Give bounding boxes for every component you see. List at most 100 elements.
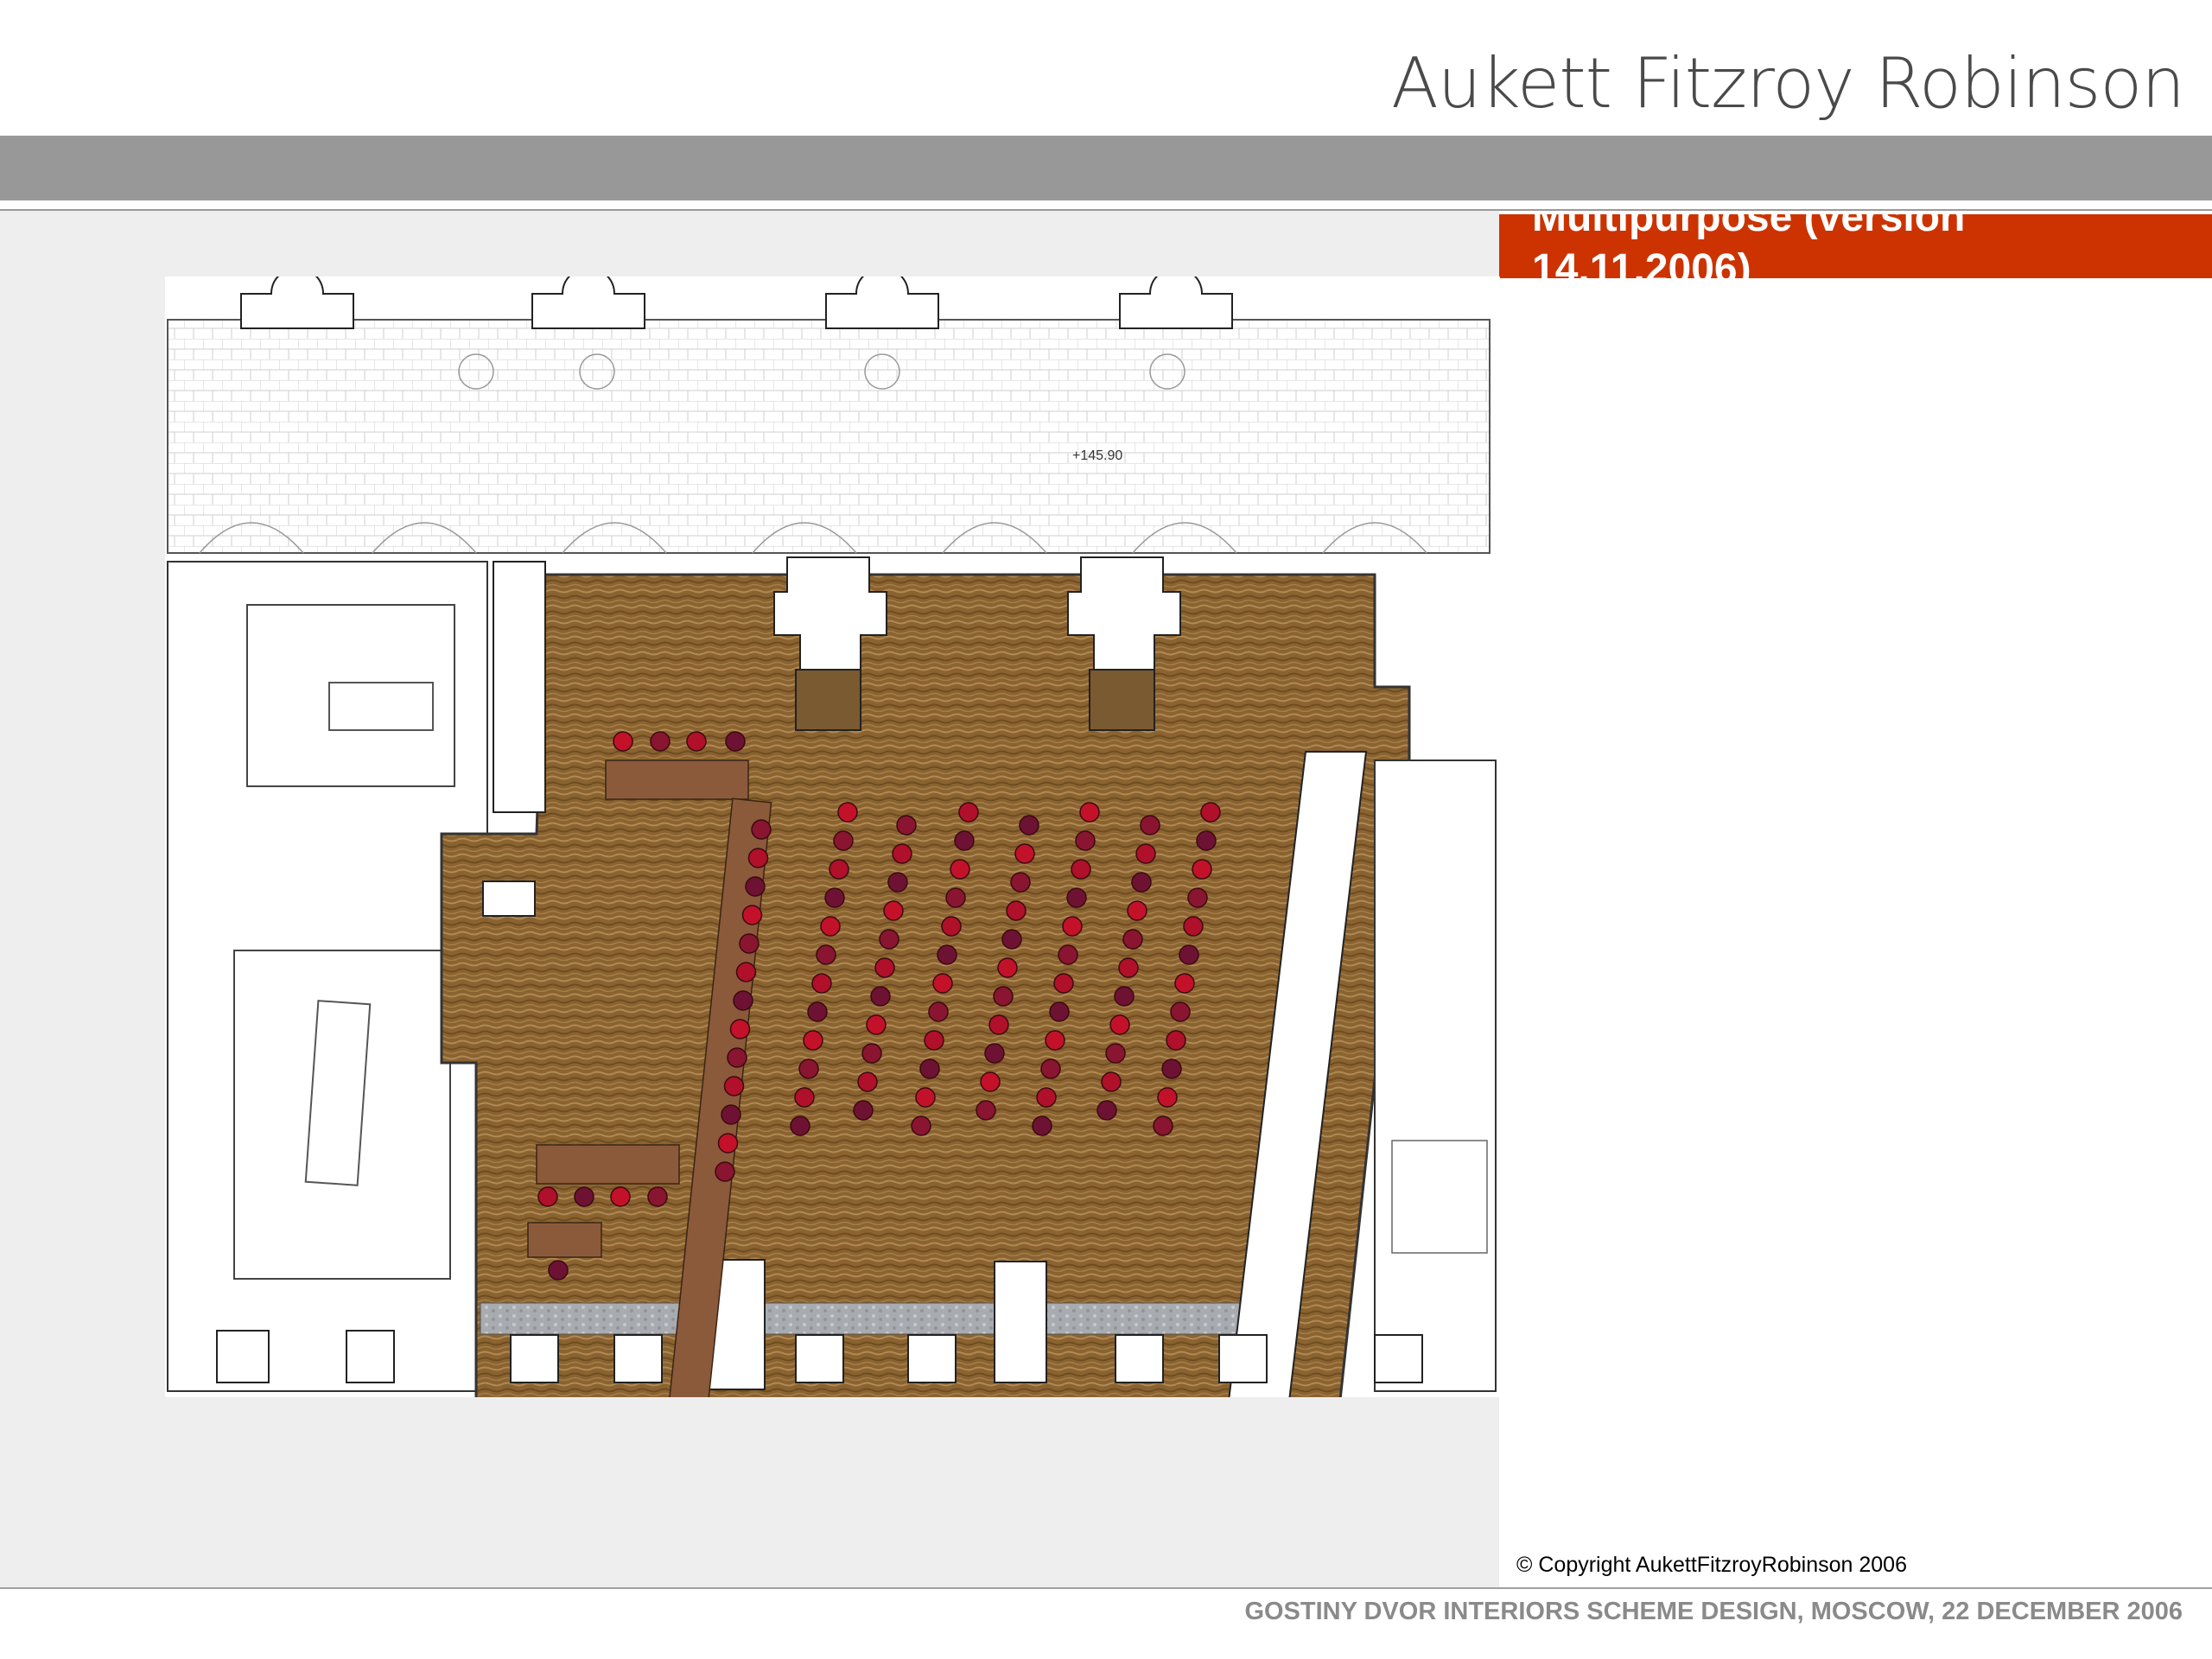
chair xyxy=(911,1116,931,1136)
chair xyxy=(1079,802,1100,823)
chair xyxy=(1140,815,1160,836)
chair xyxy=(745,876,766,897)
floor-plan-drawing: +145.90 xyxy=(167,276,1497,1397)
chair xyxy=(1001,929,1022,950)
chair xyxy=(686,731,707,752)
chair xyxy=(1174,973,1195,994)
chair xyxy=(1010,872,1031,893)
chair xyxy=(741,905,763,925)
chair xyxy=(807,1001,828,1022)
chair xyxy=(811,973,832,994)
chair xyxy=(853,1100,874,1121)
chair xyxy=(937,944,957,965)
chair xyxy=(1036,1087,1057,1108)
chair xyxy=(1192,859,1212,880)
chair xyxy=(1131,872,1152,893)
chair xyxy=(829,859,849,880)
chair xyxy=(1062,916,1083,937)
chair xyxy=(537,1186,558,1207)
chair xyxy=(997,957,1018,978)
chair xyxy=(866,1014,887,1035)
chair xyxy=(1200,802,1221,823)
chair xyxy=(833,830,854,851)
chair xyxy=(1049,1001,1070,1022)
chair xyxy=(1071,859,1091,880)
chair xyxy=(1109,1014,1130,1035)
chair xyxy=(857,1071,878,1092)
chair xyxy=(790,1116,810,1136)
chair xyxy=(988,1014,1009,1035)
chair xyxy=(915,1087,936,1108)
chair xyxy=(1179,944,1199,965)
chair xyxy=(798,1058,819,1079)
chair xyxy=(803,1030,823,1051)
chair xyxy=(932,973,953,994)
chair xyxy=(1170,1001,1191,1022)
chair xyxy=(1114,986,1135,1007)
chair xyxy=(721,1104,741,1125)
chair xyxy=(941,916,962,937)
chair xyxy=(945,887,966,908)
chair xyxy=(816,944,836,965)
chair xyxy=(574,1186,594,1207)
chair xyxy=(735,962,757,982)
chair xyxy=(1187,887,1208,908)
floor-plan: +145.90 xyxy=(165,276,1500,1397)
chair xyxy=(751,819,772,840)
chair xyxy=(1135,843,1156,864)
chair xyxy=(1166,1030,1186,1051)
chair xyxy=(548,1260,569,1281)
chair xyxy=(747,848,769,868)
chair xyxy=(928,1001,949,1022)
chair xyxy=(1096,1100,1117,1121)
footer-rule xyxy=(0,1587,2212,1589)
chair xyxy=(820,916,841,937)
chair xyxy=(1122,929,1143,950)
chair xyxy=(870,986,891,1007)
chair xyxy=(883,900,904,921)
chair xyxy=(610,1186,631,1207)
chair xyxy=(729,1019,751,1039)
chair xyxy=(725,731,746,752)
header-band xyxy=(0,136,2212,200)
chair xyxy=(958,802,979,823)
slide-title-bar: Multipurpose (version 14.11.2006) xyxy=(1499,214,2212,278)
chair xyxy=(896,815,917,836)
chair xyxy=(717,1133,739,1154)
chair xyxy=(647,1186,668,1207)
chair xyxy=(739,933,760,954)
chair xyxy=(919,1058,940,1079)
chair xyxy=(1161,1058,1182,1079)
level-label: +145.90 xyxy=(1072,448,1122,463)
chair xyxy=(837,802,858,823)
slide-title: Multipurpose (version 14.11.2006) xyxy=(1532,214,1966,278)
chair xyxy=(1014,843,1035,864)
chair xyxy=(794,1087,815,1108)
meeting-room-lower xyxy=(233,950,451,1280)
chair xyxy=(950,859,970,880)
chair xyxy=(892,843,912,864)
chair xyxy=(954,830,975,851)
chair xyxy=(1006,900,1027,921)
chair xyxy=(924,1030,944,1051)
meeting-room-upper xyxy=(246,604,455,787)
chair xyxy=(874,957,895,978)
chair xyxy=(824,887,845,908)
chair xyxy=(1053,973,1074,994)
chair xyxy=(993,986,1014,1007)
chair xyxy=(1127,900,1147,921)
company-logo: Aukett Fitzroy Robinson xyxy=(1391,43,2185,124)
chair xyxy=(733,990,753,1011)
chair xyxy=(980,1071,1001,1092)
chair xyxy=(1032,1116,1052,1136)
chair xyxy=(984,1043,1005,1064)
chair xyxy=(887,872,908,893)
chair xyxy=(613,731,633,752)
chair xyxy=(1105,1043,1126,1064)
chair xyxy=(715,1161,735,1182)
chair xyxy=(976,1100,996,1121)
copyright-notice: © Copyright AukettFitzroyRobinson 2006 xyxy=(1516,1553,1907,1577)
chair xyxy=(1045,1030,1065,1051)
chair xyxy=(1196,830,1217,851)
chair xyxy=(1075,830,1096,851)
